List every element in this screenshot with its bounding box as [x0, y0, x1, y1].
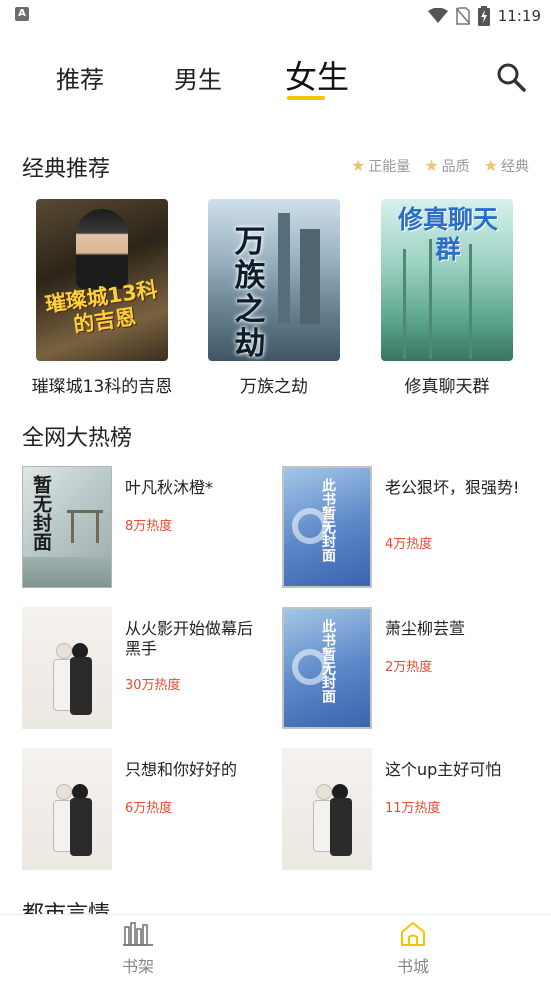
book-title: 从火影开始做幕后黑手 — [125, 619, 254, 658]
active-tab-indicator — [287, 96, 325, 100]
book-cover — [282, 748, 372, 870]
nav-bookshelf[interactable]: 书架 — [98, 921, 178, 977]
book-cover: 修真聊天群 — [381, 199, 513, 361]
heat-value: 8万热度 — [125, 519, 173, 534]
nav-label: 书城 — [396, 957, 429, 976]
nav-bookstore[interactable]: 书城 — [373, 921, 453, 977]
book-title: 这个up主好可怕 — [385, 760, 502, 779]
book-cover: 暂无封面 — [22, 466, 112, 588]
tab-recommend[interactable]: 推荐 — [56, 60, 104, 95]
hot-section-title: 全网大热榜 — [22, 426, 133, 451]
list-item[interactable]: 从火影开始做幕后黑手 30万热度 — [22, 607, 272, 729]
bottom-nav: 书架 书城 — [0, 914, 551, 981]
book-title: 老公狠坏，狠强势! — [385, 478, 520, 497]
star-icon: ★ — [350, 156, 366, 175]
notification-icon: A — [15, 7, 29, 21]
cover-placeholder-text: 暂无封面 — [30, 475, 52, 551]
classic-book[interactable]: 璀璨城13科的吉恩 璀璨城13科的吉恩 — [27, 199, 177, 397]
tab-female[interactable]: 女生 — [285, 52, 349, 98]
wifi-icon — [427, 8, 448, 23]
book-title: 萧尘柳芸萱 — [385, 619, 466, 638]
book-title: 万族之劫 — [240, 377, 308, 397]
badge-classic: ★ 经典 — [483, 156, 529, 176]
list-item[interactable]: 此书暂无封面 老公狠坏，狠强势! 4万热度 — [282, 466, 532, 588]
classic-badges: ★ 正能量 ★ 品质 ★ 经典 — [351, 156, 529, 176]
badge-positive: ★ 正能量 — [350, 156, 411, 176]
cover-title: 万族之劫 — [234, 224, 266, 361]
book-cover: 此书暂无封面 — [282, 607, 372, 729]
nav-label: 书架 — [121, 957, 154, 976]
heat-value: 4万热度 — [385, 537, 433, 552]
book-cover: 万族之劫 — [208, 199, 340, 361]
book-cover: 璀璨城13科的吉恩 — [36, 199, 168, 361]
book-title: 只想和你好好的 — [125, 760, 238, 779]
list-item[interactable]: 这个up主好可怕 11万热度 — [282, 748, 532, 870]
book-title: 叶凡秋沐橙* — [125, 478, 214, 497]
classic-book[interactable]: 修真聊天群 修真聊天群 — [372, 199, 522, 397]
badge-quality: ★ 品质 — [424, 156, 470, 176]
classic-book[interactable]: 万族之劫 万族之劫 — [199, 199, 349, 397]
battery-charging-icon — [477, 6, 490, 26]
star-icon: ★ — [483, 156, 498, 175]
book-cover: 此书暂无封面 — [282, 466, 372, 588]
book-cover — [22, 748, 112, 870]
cover-placeholder-text: 此书暂无封面 — [320, 619, 336, 703]
search-icon[interactable] — [496, 62, 526, 92]
list-item[interactable]: 此书暂无封面 萧尘柳芸萱 2万热度 — [282, 607, 532, 729]
book-title: 修真聊天群 — [404, 377, 490, 397]
list-item[interactable]: 暂无封面 叶凡秋沐橙* 8万热度 — [22, 466, 272, 588]
cover-placeholder-text: 此书暂无封面 — [320, 478, 336, 562]
heat-value: 30万热度 — [125, 678, 181, 693]
cover-title: 修真聊天群 — [397, 205, 498, 264]
cover-title: 璀璨城13科的吉恩 — [43, 277, 160, 338]
heat-value: 6万热度 — [125, 801, 173, 816]
book-cover — [22, 607, 112, 729]
star-icon: ★ — [424, 156, 439, 175]
home-icon — [401, 922, 425, 946]
heat-value: 2万热度 — [385, 660, 433, 675]
status-bar: A 11:19 — [0, 0, 551, 32]
category-tabs: 推荐 男生 女生 — [0, 50, 551, 110]
book-title: 璀璨城13科的吉恩 — [31, 377, 173, 397]
tab-male[interactable]: 男生 — [174, 60, 222, 95]
no-sim-icon — [455, 7, 470, 25]
status-time: 11:19 — [497, 7, 541, 25]
bookshelf-icon — [123, 922, 153, 946]
list-item[interactable]: 只想和你好好的 6万热度 — [22, 748, 272, 870]
heat-value: 11万热度 — [385, 801, 441, 816]
classic-section-title: 经典推荐 — [22, 157, 111, 182]
